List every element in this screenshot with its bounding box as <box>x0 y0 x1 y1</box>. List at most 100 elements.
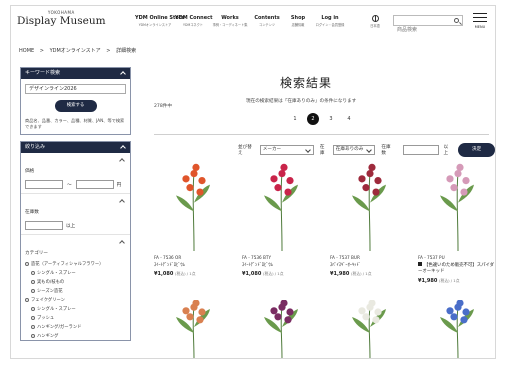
nav-contents[interactable]: Contents コンテンツ <box>249 15 285 27</box>
category-option[interactable]: ハンギング <box>31 333 126 339</box>
category-option[interactable]: 造花（アーティフィシャルフラワー） <box>25 261 126 267</box>
category-option[interactable]: シングル・スプレー <box>31 306 126 312</box>
page-title: 検索結果 <box>279 76 332 90</box>
flower-image <box>440 299 474 358</box>
keyword-search-panel: キーワード検索 デザインライン2026 検索する 商品名、品番、カラー、品種、材… <box>20 67 131 135</box>
main-nav: YDM Online Store YDMオンラインストア YDM Connect… <box>135 15 349 27</box>
language-switch[interactable]: 日本語 <box>367 15 383 28</box>
category-option[interactable]: シングル・スプレー <box>31 270 126 276</box>
category-option[interactable]: ハンギング/ガーランド <box>31 324 126 330</box>
sort-label: 並び替え <box>238 145 252 156</box>
flower-image <box>264 299 298 358</box>
flower-image <box>440 163 474 252</box>
category-option[interactable]: シーズン造花 <box>31 288 126 294</box>
flower-image <box>352 163 386 252</box>
page-2-active[interactable]: 2 <box>307 113 319 125</box>
page-frame: YOKOHAMA Display Museum YDM Online Store… <box>10 5 496 359</box>
pagination: 1 2 3 4 <box>289 113 361 125</box>
sort-select[interactable]: メーカー <box>259 145 314 155</box>
flower-image <box>176 299 210 358</box>
chevron-up-icon[interactable] <box>119 240 125 246</box>
category-option[interactable]: 実もの/枝もの <box>31 279 126 285</box>
page-4[interactable]: 4 <box>343 113 355 125</box>
product-name[interactable]: ｽｲｰﾄﾃﾞﾝﾄﾞﾛﾋﾞｳﾑ <box>242 262 322 268</box>
stock-filter-label: 在庫 <box>319 145 325 156</box>
radio-icon <box>31 307 35 311</box>
price-tax-note: (税込) / 1点 <box>263 271 284 276</box>
product-card[interactable]: FA - 7537 PU 【色違いのため販売不可】スパイダーオーキッド ¥1,980… <box>418 163 495 284</box>
product-image[interactable] <box>154 299 234 358</box>
breadcrumb-current: 詳細検索 <box>116 48 137 54</box>
radio-icon <box>25 262 29 266</box>
product-price: ¥1,980 (税込) / 1点 <box>330 271 372 277</box>
price-min-input[interactable] <box>25 180 63 189</box>
filter-header[interactable]: 絞り込み <box>21 142 130 153</box>
radio-icon <box>31 316 35 320</box>
radio-icon <box>31 289 35 293</box>
product-card[interactable] <box>418 299 495 358</box>
flower-image <box>264 163 298 252</box>
nav-connect[interactable]: YDM Connect YDMコネクト <box>175 15 212 27</box>
keyword-input[interactable]: デザインライン2026 <box>25 84 126 94</box>
radio-icon <box>25 298 29 302</box>
product-card[interactable]: FA - 7537 BUR ｽﾊﾟｲｽｷﾞｰｵｰｷｯﾄﾞ ¥1,980 (税込) /… <box>330 163 410 277</box>
product-note[interactable]: 【色違いのため販売不可】スパイダーオーキッド <box>418 262 495 275</box>
site-logo[interactable]: YOKOHAMA Display Museum <box>17 10 106 27</box>
product-card[interactable] <box>242 299 322 358</box>
page-1[interactable]: 1 <box>289 113 301 125</box>
stock-select[interactable]: 在庫ありのみ <box>332 145 376 155</box>
product-image[interactable] <box>330 163 410 252</box>
price-max-input[interactable] <box>75 180 114 189</box>
menu-button[interactable]: MENU <box>471 13 489 29</box>
product-code: FA - 7537 BUR <box>330 255 360 260</box>
category-option[interactable]: ブッシュ <box>31 315 126 321</box>
header-search-input[interactable] <box>394 25 450 35</box>
breadcrumb-home[interactable]: HOME <box>19 48 34 54</box>
header-search <box>393 15 463 35</box>
result-message: 現在の検索結果は「在庫ありのみ」の条件になります <box>246 99 357 104</box>
keyword-help-text: 商品名、品番、カラー、品種、材質、JAN、等で検索できます <box>25 118 125 129</box>
product-image[interactable] <box>330 299 410 358</box>
site-header: YOKOHAMA Display Museum YDM Online Store… <box>11 6 495 36</box>
result-count: 278件中 <box>154 104 172 109</box>
chevron-up-icon <box>120 71 126 77</box>
search-icon[interactable] <box>454 18 459 23</box>
stock-min-input[interactable] <box>25 221 63 230</box>
filter-panel: 絞り込み 価格 〜 円 在庫数 以上 カテゴリー 造花（アーティフィシャルフラワ… <box>20 141 131 341</box>
page-3[interactable]: 3 <box>325 113 337 125</box>
apply-filter-button[interactable]: 決定 <box>458 143 495 157</box>
nav-online-store[interactable]: YDM Online Store YDMオンラインストア <box>135 15 185 27</box>
flower-image <box>176 163 210 252</box>
price-filter: 価格 〜 円 <box>21 153 130 194</box>
keyword-search-button[interactable]: 検索する <box>54 100 97 112</box>
divider <box>154 134 489 135</box>
nav-login[interactable]: Log in ログイン・会員登録 <box>311 15 349 27</box>
breadcrumb-store[interactable]: YDMオンラインストア <box>50 48 101 54</box>
price-tax-note: (税込) / 1点 <box>175 271 196 276</box>
product-name[interactable]: ｽｲｰﾄﾃﾞﾝﾄﾞﾛﾋﾞｳﾑ <box>154 262 234 268</box>
product-image[interactable] <box>242 163 322 252</box>
product-card[interactable]: FA - 7536 OR ｽｲｰﾄﾃﾞﾝﾄﾞﾛﾋﾞｳﾑ ¥1,080 (税込) / … <box>154 163 234 277</box>
nav-works[interactable]: Works 事例・コーディネート集 <box>211 15 249 27</box>
keyword-search-header[interactable]: キーワード検索 <box>21 68 130 79</box>
breadcrumb: HOME > YDMオンラインストア > 詳細検索 <box>19 47 140 54</box>
chevron-up-icon[interactable] <box>119 199 125 205</box>
product-card[interactable]: FA - 7536 BTY ｽｲｰﾄﾃﾞﾝﾄﾞﾛﾋﾞｳﾑ ¥1,080 (税込) /… <box>242 163 322 277</box>
product-image[interactable] <box>418 299 495 358</box>
stock-count-unit: 以上 <box>443 145 449 156</box>
stock-count-label: 在庫数 <box>381 145 391 156</box>
product-card[interactable] <box>154 299 234 358</box>
stock-count-input[interactable] <box>402 145 440 155</box>
product-image[interactable] <box>242 299 322 358</box>
radio-icon <box>31 334 35 338</box>
nav-shop[interactable]: Shop 店舗情報 <box>285 15 311 27</box>
product-image[interactable] <box>418 163 495 252</box>
product-image[interactable] <box>154 163 234 252</box>
product-code: FA - 7537 PU <box>418 255 445 260</box>
product-card[interactable] <box>330 299 410 358</box>
radio-icon <box>31 271 35 275</box>
category-option[interactable]: フェイクグリーン <box>25 297 126 303</box>
chevron-up-icon[interactable] <box>119 158 125 164</box>
sidebar: キーワード検索 デザインライン2026 検索する 商品名、品番、カラー、品種、材… <box>20 67 131 341</box>
product-name[interactable]: ｽﾊﾟｲｽｷﾞｰｵｰｷｯﾄﾞ <box>330 262 410 268</box>
